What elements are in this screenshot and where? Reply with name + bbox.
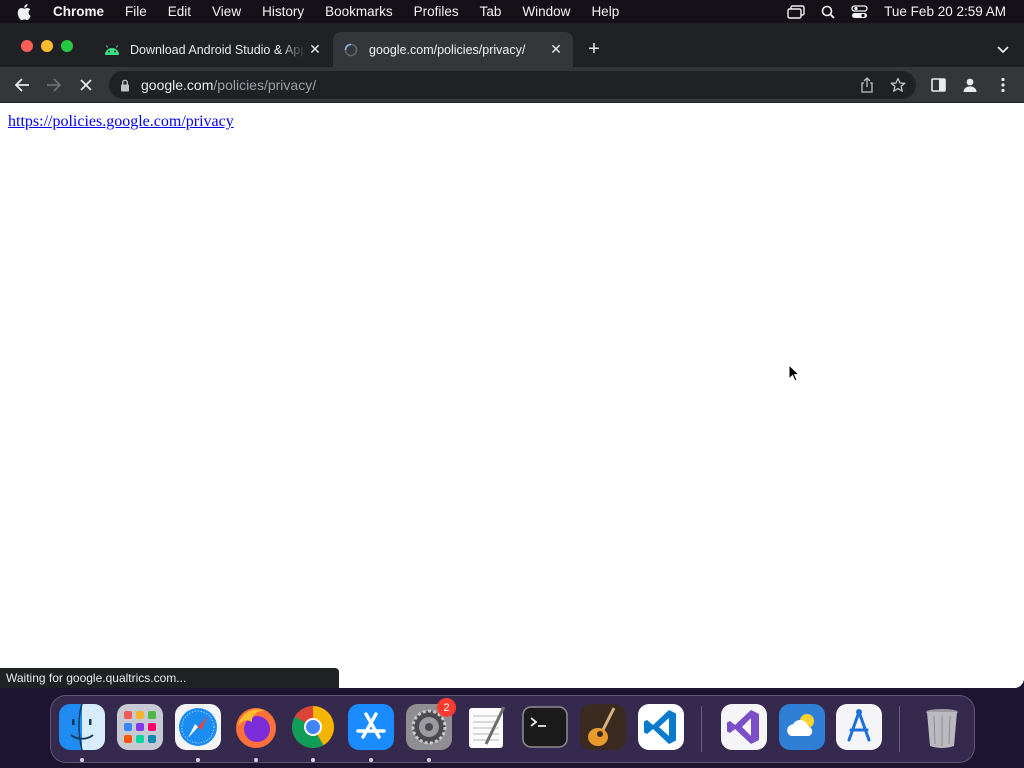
- menu-tab[interactable]: Tab: [480, 4, 502, 19]
- menu-profiles[interactable]: Profiles: [414, 4, 459, 19]
- forward-arrow-icon[interactable]: [44, 75, 64, 95]
- window-controls: [21, 40, 81, 52]
- loading-spinner-icon: [343, 42, 359, 58]
- tab-title: Download Android Studio & App Tools - An…: [130, 42, 306, 57]
- share-icon[interactable]: [860, 77, 874, 98]
- profile-avatar-icon[interactable]: [960, 75, 980, 95]
- zoom-window-button[interactable]: [61, 40, 73, 52]
- mouse-cursor-icon: [788, 364, 800, 382]
- menu-edit[interactable]: Edit: [168, 4, 191, 19]
- url-path: /policies/privacy/: [213, 77, 317, 93]
- app-store-icon[interactable]: [348, 704, 394, 750]
- spotlight-search-icon[interactable]: [821, 5, 835, 19]
- menu-bar: Chrome File Edit View History Bookmarks …: [0, 0, 1024, 23]
- minimize-window-button[interactable]: [41, 40, 53, 52]
- visual-studio-icon[interactable]: [721, 704, 767, 750]
- bookmark-star-icon[interactable]: [890, 77, 906, 98]
- stop-icon[interactable]: [76, 75, 96, 95]
- menu-bookmarks[interactable]: Bookmarks: [325, 4, 393, 19]
- chrome-window: Download Android Studio & App Tools - An…: [0, 23, 1024, 688]
- menu-window[interactable]: Window: [522, 4, 570, 19]
- chrome-icon[interactable]: [290, 704, 336, 750]
- running-indicator: [254, 758, 258, 762]
- status-text: Waiting for google.qualtrics.com...: [6, 671, 187, 685]
- garageband-icon[interactable]: [580, 704, 626, 750]
- xcode-instruments-icon[interactable]: [836, 704, 882, 750]
- tab-search-chevron-down-icon[interactable]: [996, 42, 1010, 56]
- tab-strip: Download Android Studio & App Tools - An…: [0, 23, 1024, 67]
- menu-app-name[interactable]: Chrome: [53, 4, 104, 19]
- apple-menu-icon[interactable]: [17, 3, 37, 20]
- screen-mirroring-icon[interactable]: [787, 4, 805, 19]
- browser-toolbar: google.com/policies/privacy/: [0, 67, 1024, 103]
- privacy-policy-link[interactable]: https://policies.google.com/privacy: [8, 113, 234, 131]
- trash-icon[interactable]: [919, 704, 965, 750]
- running-indicator: [311, 758, 315, 762]
- finder-icon[interactable]: [59, 703, 105, 751]
- launchpad-icon[interactable]: [117, 704, 163, 750]
- url-host: google.com: [141, 77, 214, 93]
- android-icon: [104, 42, 120, 58]
- tab-title: google.com/policies/privacy/: [369, 42, 526, 57]
- menu-history[interactable]: History: [262, 4, 304, 19]
- system-settings-icon[interactable]: 2: [406, 698, 456, 750]
- firefox-icon[interactable]: [233, 704, 279, 750]
- tab-close-icon[interactable]: ✕: [306, 41, 324, 59]
- dock: 2: [50, 695, 975, 763]
- running-indicator: [80, 758, 84, 762]
- new-tab-button[interactable]: +: [584, 39, 604, 60]
- safari-icon[interactable]: [175, 704, 221, 750]
- close-window-button[interactable]: [21, 40, 33, 52]
- tab-close-icon[interactable]: ✕: [547, 41, 565, 59]
- lock-icon[interactable]: [120, 78, 132, 92]
- running-indicator: [427, 758, 431, 762]
- menubar-clock[interactable]: Tue Feb 20 2:59 AM: [884, 4, 1006, 19]
- running-indicator: [196, 758, 200, 762]
- control-center-icon[interactable]: [851, 4, 868, 19]
- textedit-icon[interactable]: [464, 704, 510, 750]
- dock-separator: [701, 706, 702, 752]
- page-content: https://policies.google.com/privacy Wait…: [0, 104, 1024, 688]
- more-menu-icon[interactable]: [993, 75, 1013, 95]
- side-panel-icon[interactable]: [928, 75, 948, 95]
- menu-file[interactable]: File: [125, 4, 147, 19]
- running-indicator: [369, 758, 373, 762]
- weather-icon[interactable]: [779, 704, 825, 750]
- back-arrow-icon[interactable]: [12, 75, 32, 95]
- menu-view[interactable]: View: [212, 4, 241, 19]
- tab-android-studio[interactable]: Download Android Studio & App Tools - An…: [96, 32, 332, 67]
- dock-separator: [899, 706, 900, 752]
- address-bar-url: google.com/policies/privacy/: [141, 77, 316, 93]
- vscode-icon[interactable]: [638, 704, 684, 750]
- address-bar[interactable]: google.com/policies/privacy/: [109, 71, 916, 99]
- terminal-icon[interactable]: [522, 704, 568, 750]
- status-bubble: Waiting for google.qualtrics.com...: [0, 668, 339, 688]
- menu-help[interactable]: Help: [591, 4, 619, 19]
- tab-google-privacy[interactable]: google.com/policies/privacy/ ✕: [333, 32, 573, 67]
- notification-badge: 2: [437, 698, 456, 717]
